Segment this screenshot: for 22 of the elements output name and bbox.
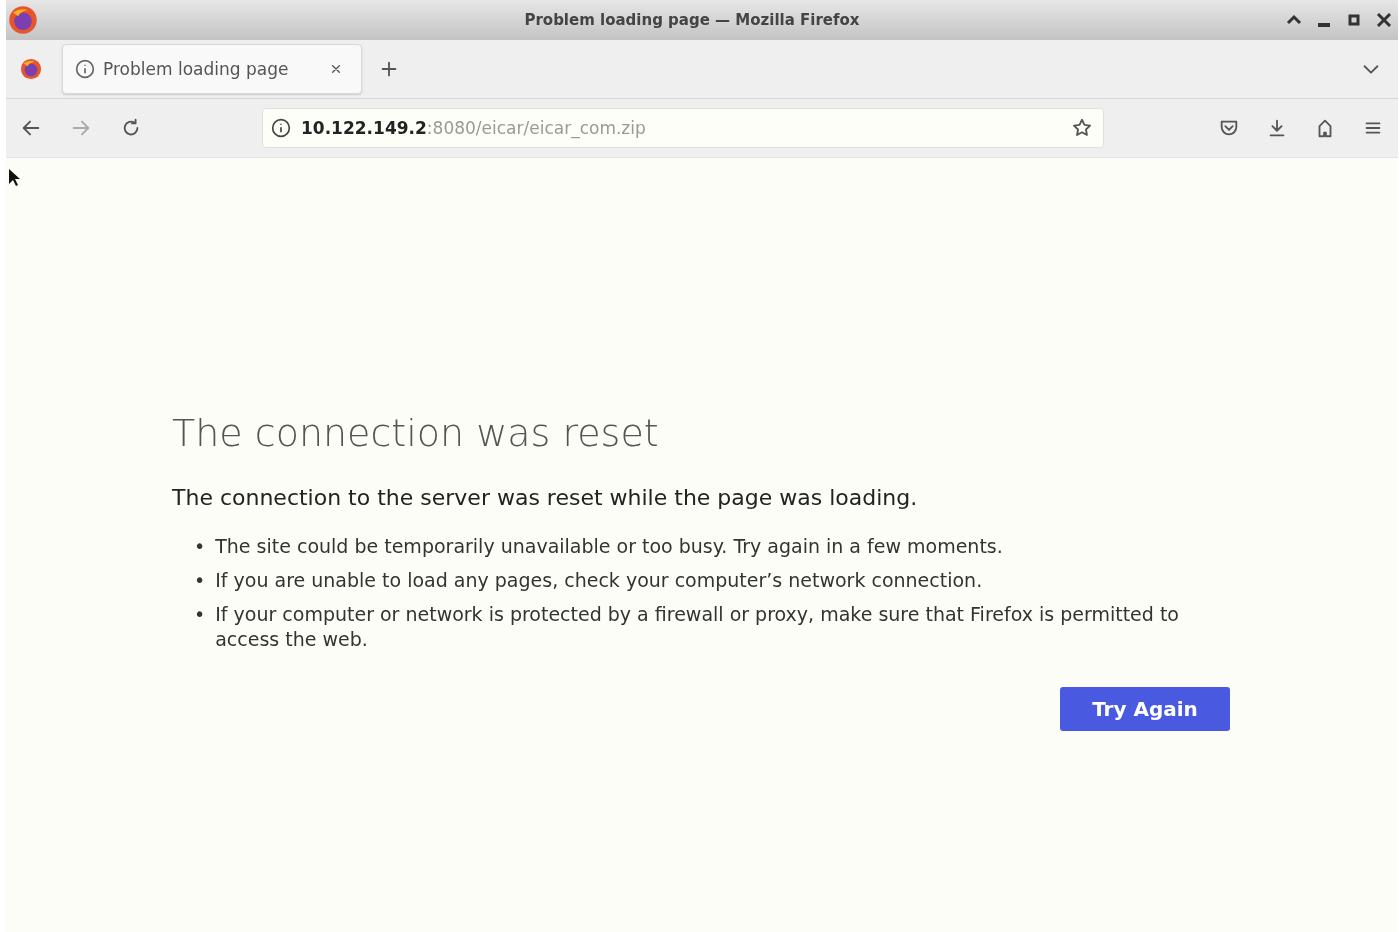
bullet-mark: • [194, 602, 206, 627]
browser-tab[interactable]: Problem loading page [62, 44, 362, 94]
maximize-button[interactable] [1346, 12, 1362, 28]
info-icon [271, 118, 291, 138]
firefox-logo-icon [20, 58, 42, 80]
window-title: Problem loading page — Mozilla Firefox [523, 11, 861, 29]
bullet-mark: • [194, 568, 206, 593]
url-text: 10.122.149.2:8080/eicar/eicar_com.zip [301, 118, 647, 138]
error-hint: The site could be temporarily unavailable or too busy. Try again in a few moments. [215, 534, 1003, 559]
error-hint: If your computer or network is protected by a firewall or proxy, make sure that Firefox is permitted to access the web. [215, 602, 1180, 652]
error-description: The connection to the server was reset while the page was loading. [172, 485, 919, 510]
minimize-button[interactable] [1316, 23, 1332, 27]
info-icon [75, 59, 95, 79]
mouse-cursor-icon [8, 168, 20, 188]
close-button[interactable] [1376, 12, 1392, 28]
try-again-button[interactable]: Try Again [1060, 687, 1230, 731]
tab-title: Problem loading page [103, 59, 290, 79]
error-title: The connection was reset [172, 411, 660, 455]
address-bar[interactable]: 10.122.149.2:8080/eicar/eicar_com.zip [262, 108, 1104, 148]
bullet-mark: • [194, 534, 206, 559]
firefox-logo-icon [8, 5, 38, 35]
error-hint: If you are unable to load any pages, check your computer’s network connection. [215, 568, 983, 593]
